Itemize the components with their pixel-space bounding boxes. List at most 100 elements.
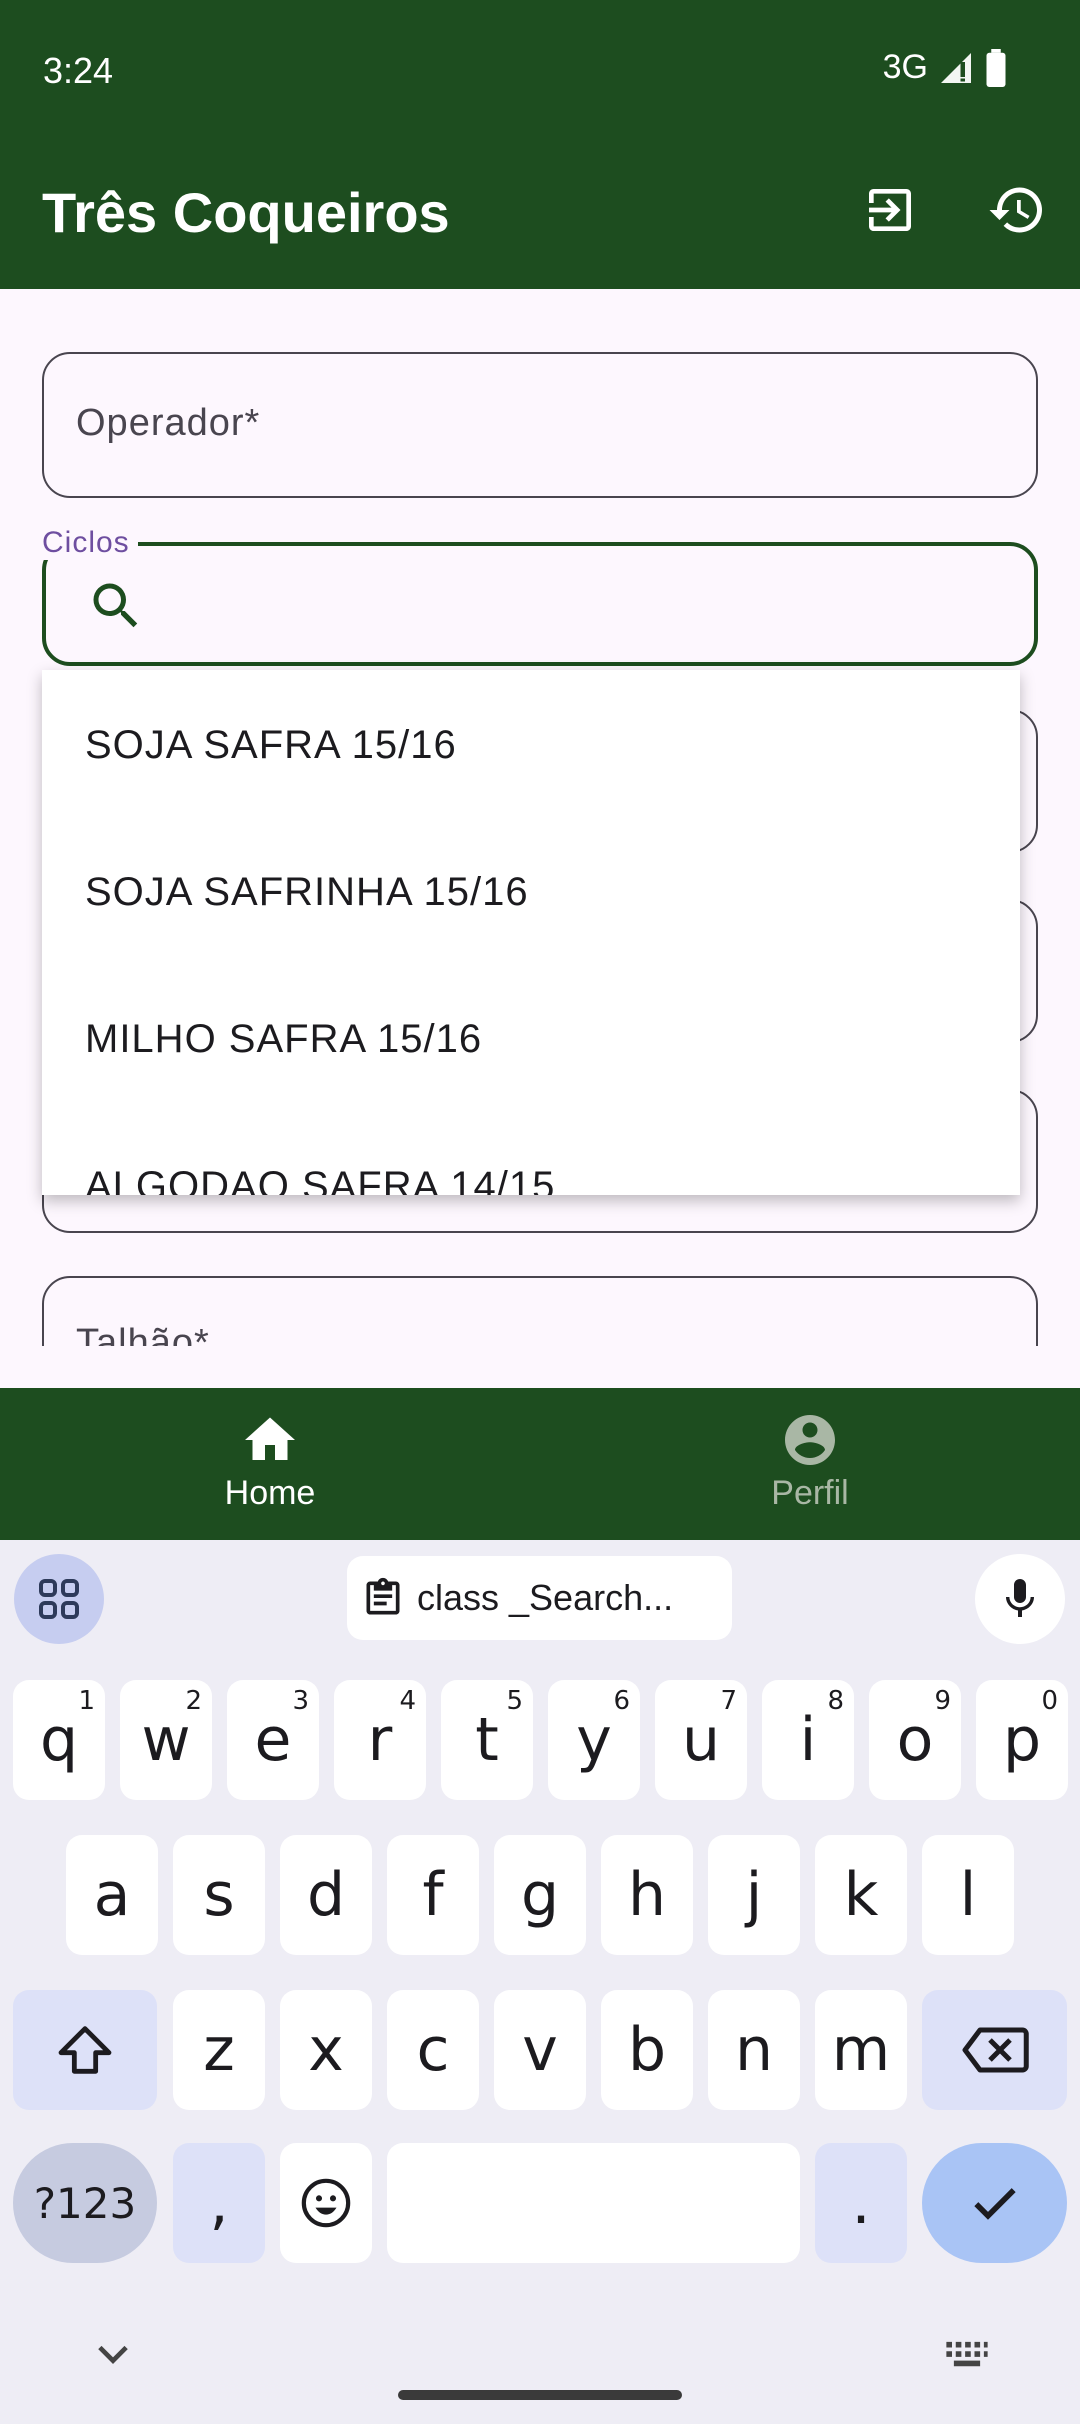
clipboard-icon — [366, 1577, 400, 1615]
account-circle-icon — [785, 1415, 835, 1465]
key-w[interactable]: w2 — [120, 1680, 212, 1800]
key-v[interactable]: v — [494, 1990, 586, 2110]
comma-key[interactable]: , — [173, 2143, 265, 2263]
key-m[interactable]: m — [815, 1990, 907, 2110]
key-z[interactable]: z — [173, 1990, 265, 2110]
keyboard-switch-icon[interactable] — [944, 2340, 990, 2370]
nav-perfil[interactable]: Perfil — [540, 1388, 1080, 1540]
key-hint: 5 — [506, 1686, 523, 1716]
key-hint: 9 — [934, 1686, 951, 1716]
key-a[interactable]: a — [66, 1835, 158, 1955]
backspace-icon — [962, 2027, 1029, 2073]
key-char: p — [1002, 1705, 1042, 1775]
key-hint: 3 — [292, 1686, 309, 1716]
operador-label: Operador* — [76, 402, 261, 444]
status-icons: 3G — [883, 48, 1008, 87]
key-hint: 8 — [827, 1686, 844, 1716]
network-type: 3G — [882, 48, 928, 86]
key-hint: 6 — [613, 1686, 630, 1716]
emoji-key[interactable] — [280, 2143, 372, 2263]
bottom-navigation: Home Perfil — [0, 1388, 1080, 1540]
exit-to-app-icon — [869, 189, 911, 231]
history-button[interactable] — [977, 170, 1057, 250]
voice-input-button[interactable] — [975, 1554, 1065, 1644]
status-time: 3:24 — [43, 50, 114, 91]
home-indicator[interactable] — [398, 2390, 682, 2400]
shift-key[interactable] — [13, 1990, 157, 2110]
home-icon — [245, 1417, 295, 1460]
app-bar: 3:24 3G Três Coqueiros — [0, 0, 1080, 289]
key-h[interactable]: h — [601, 1835, 693, 1955]
key-y[interactable]: y6 — [548, 1680, 640, 1800]
key-i[interactable]: i8 — [762, 1680, 854, 1800]
check-icon — [973, 2188, 1016, 2220]
space-bar[interactable] — [387, 2143, 800, 2263]
emoji-icon — [301, 2178, 351, 2228]
dropdown-option[interactable]: MILHO SAFRA 15/16 — [85, 1017, 482, 1062]
talhao-field[interactable]: Talhão* — [42, 1276, 1038, 1346]
symbols-key[interactable]: ?123 — [13, 2143, 157, 2263]
key-e[interactable]: e3 — [227, 1680, 319, 1800]
key-j[interactable]: j — [708, 1835, 800, 1955]
page-title: Três Coqueiros — [42, 181, 450, 244]
battery-icon — [986, 48, 1006, 87]
key-c[interactable]: c — [387, 1990, 479, 2110]
operador-field[interactable]: Operador* — [42, 352, 1038, 498]
key-s[interactable]: s — [173, 1835, 265, 1955]
nav-home[interactable]: Home — [0, 1388, 540, 1540]
ciclos-search-input[interactable] — [42, 542, 1038, 666]
keyboard-apps-button[interactable] — [14, 1554, 104, 1644]
key-l[interactable]: l — [922, 1835, 1014, 1955]
key-x[interactable]: x — [280, 1990, 372, 2110]
key-p[interactable]: p0 — [976, 1680, 1068, 1800]
dropdown-option[interactable]: SOJA SAFRINHA 15/16 — [85, 870, 529, 915]
ciclos-dropdown: SOJA SAFRA 15/16 SOJA SAFRINHA 15/16 MIL… — [42, 670, 1020, 1195]
key-d[interactable]: d — [280, 1835, 372, 1955]
key-o[interactable]: o9 — [869, 1680, 961, 1800]
key-char: y — [576, 1705, 612, 1775]
clipboard-text: class _Search... — [417, 1577, 674, 1618]
dropdown-option[interactable]: ALGODAO SAFRA 14/15 — [85, 1164, 555, 1195]
key-hint: 0 — [1041, 1686, 1058, 1716]
key-hint: 4 — [399, 1686, 416, 1716]
key-g[interactable]: g — [494, 1835, 586, 1955]
logout-button[interactable] — [850, 170, 930, 250]
soft-keyboard: class _Search... q1 w2 e3 r4 t5 y6 u7 i8… — [0, 1540, 1080, 2424]
enter-key[interactable] — [922, 2143, 1067, 2263]
key-char: t — [475, 1705, 499, 1775]
key-q[interactable]: q1 — [13, 1680, 105, 1800]
key-f[interactable]: f — [387, 1835, 479, 1955]
backspace-key[interactable] — [922, 1990, 1067, 2110]
key-t[interactable]: t5 — [441, 1680, 533, 1800]
apps-grid-icon — [39, 1579, 79, 1619]
key-char: u — [681, 1705, 721, 1775]
key-k[interactable]: k — [815, 1835, 907, 1955]
history-icon — [989, 187, 1042, 233]
nav-perfil-label: Perfil — [771, 1474, 849, 1512]
key-hint: 7 — [720, 1686, 737, 1716]
key-char: i — [799, 1705, 817, 1775]
key-r[interactable]: r4 — [334, 1680, 426, 1800]
hide-keyboard-icon[interactable] — [90, 2340, 136, 2370]
search-icon — [93, 583, 138, 628]
mic-icon — [1006, 1579, 1034, 1617]
nav-home-label: Home — [224, 1474, 316, 1512]
key-char: o — [896, 1705, 934, 1775]
period-key[interactable]: . — [815, 2143, 907, 2263]
key-hint: 1 — [78, 1686, 95, 1716]
ciclos-label: Ciclos — [34, 526, 138, 560]
clipboard-suggestion[interactable]: class _Search... — [347, 1556, 732, 1640]
key-char: q — [39, 1705, 79, 1775]
signal-icon — [941, 52, 971, 83]
key-u[interactable]: u7 — [655, 1680, 747, 1800]
key-char: e — [254, 1705, 292, 1775]
key-hint: 2 — [185, 1686, 202, 1716]
key-b[interactable]: b — [601, 1990, 693, 2110]
key-n[interactable]: n — [708, 1990, 800, 2110]
form-content: Operador* Talhão* Ciclos SOJA SAFRA 15/1… — [0, 289, 1080, 1346]
key-char: w — [141, 1705, 191, 1775]
dropdown-option[interactable]: SOJA SAFRA 15/16 — [85, 723, 457, 768]
key-char: r — [367, 1705, 393, 1775]
shift-icon — [58, 2026, 112, 2074]
talhao-label: Talhão* — [76, 1322, 210, 1346]
